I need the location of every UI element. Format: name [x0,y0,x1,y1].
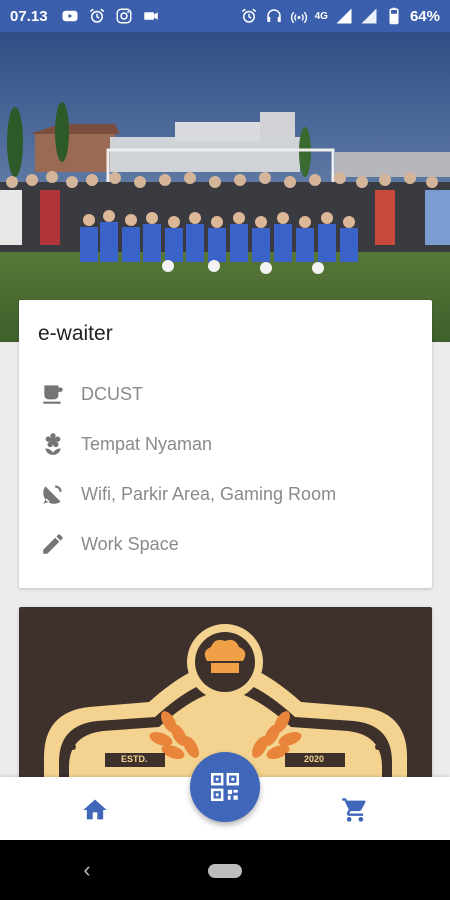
flower-icon [39,430,67,458]
video-icon [142,7,160,25]
hero-carousel[interactable] [0,32,450,342]
info-row-ambience: Tempat Nyaman [39,426,212,462]
hotspot-icon [290,7,308,25]
scan-qr-button[interactable] [190,752,260,822]
battery-icon [385,7,403,25]
info-row-workspace: Work Space [39,526,179,562]
info-label: Wifi, Parkir Area, Gaming Room [81,483,337,504]
team-photo [0,32,450,342]
home-icon[interactable] [80,795,110,825]
info-label: Tempat Nyaman [81,433,213,454]
alarm-icon [240,7,258,25]
status-bar: 07.13 4G 64% [0,0,450,32]
qr-code-icon [210,772,240,802]
info-row-facilities: Wifi, Parkir Area, Gaming Room [39,476,336,512]
signal-icon [335,7,353,25]
pencil-icon [39,530,67,558]
battery-percent: 64% [409,7,440,25]
back-icon[interactable]: ‹ [76,857,98,882]
coffee-cup-icon [39,380,67,408]
info-row-category: DCUST [39,376,143,412]
cart-icon[interactable] [340,795,370,825]
alarm-icon [88,7,106,25]
status-time: 07.13 [10,7,48,25]
signal-icon [360,7,378,25]
restaurant-info-card: e-waiter DCUST Tempat Nyaman Wifi, Parki… [19,300,432,588]
estd-year: 2020 [304,754,325,764]
home-pill-button[interactable] [208,864,242,878]
satellite-dish-icon [39,480,67,508]
instagram-icon [115,7,133,25]
system-navigation-bar: ‹ [0,840,450,900]
network-type: 4G [314,10,328,22]
info-label: Work Space [81,533,179,554]
youtube-icon [61,7,79,25]
estd-label: ESTD. [121,754,148,764]
info-label: DCUST [81,383,143,404]
headset-icon [265,7,283,25]
restaurant-name: e-waiter [38,322,113,345]
